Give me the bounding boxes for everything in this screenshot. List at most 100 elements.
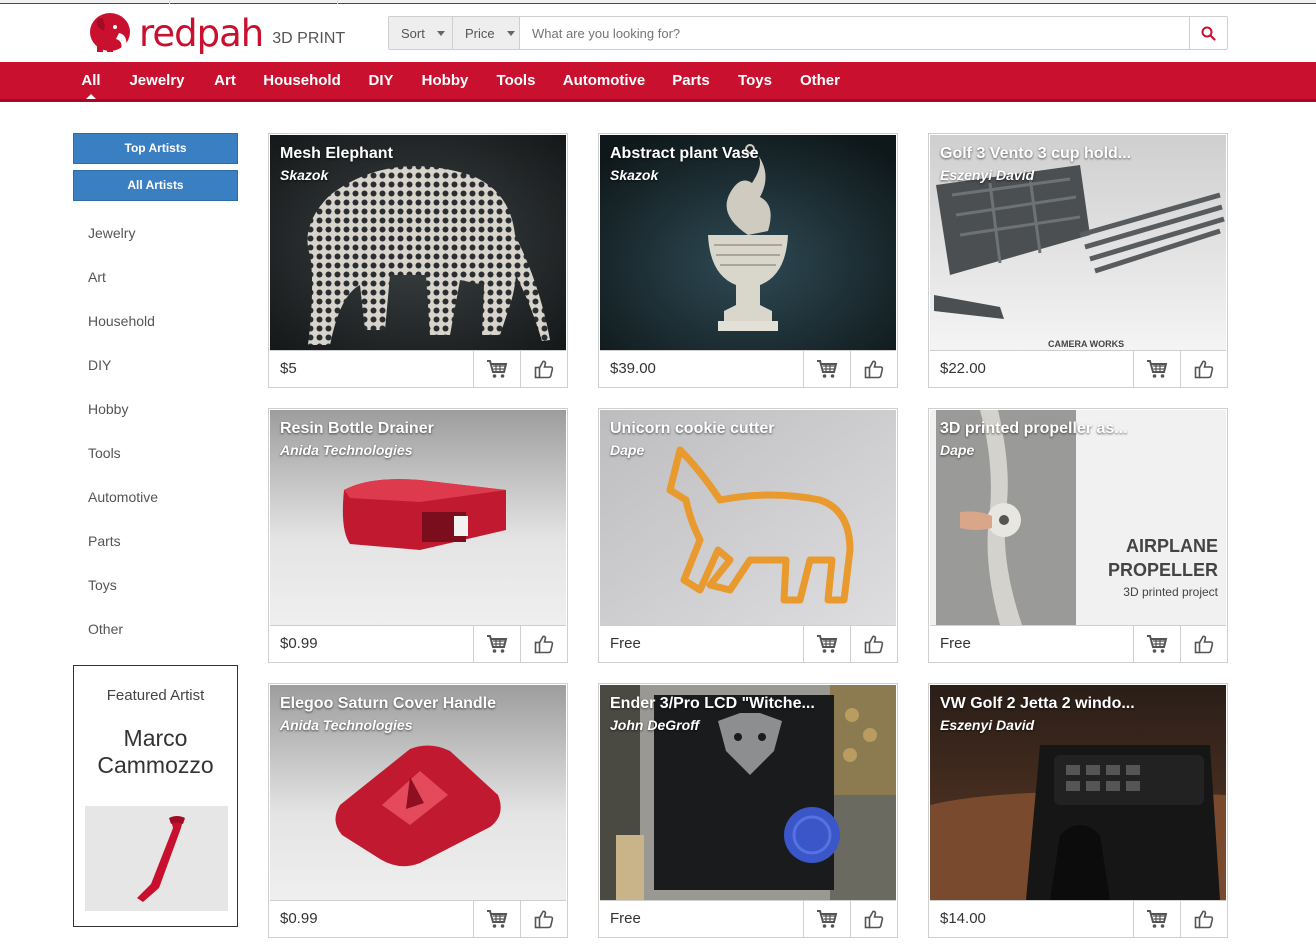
cart-icon [1147, 910, 1168, 928]
thumbs-up-icon [1194, 635, 1214, 654]
product-card[interactable]: AIRPLANE PROPELLER 3D printed project 3D … [928, 408, 1228, 663]
add-to-cart-button[interactable] [1133, 351, 1180, 387]
sidebar-item-other[interactable]: Other [88, 621, 123, 637]
add-to-cart-button[interactable] [473, 626, 520, 662]
product-card[interactable]: CAMERA WORKS Golf 3 Vento 3 cup hold... … [928, 133, 1228, 388]
featured-artist-box[interactable]: Featured Artist Marco Cammozzo [73, 665, 238, 927]
sidebar-item-household[interactable]: Household [88, 313, 155, 329]
like-button[interactable] [1180, 901, 1227, 937]
product-artist[interactable]: Anida Technologies [280, 442, 413, 458]
nav-item-jewelry[interactable]: Jewelry [124, 62, 190, 99]
like-button[interactable] [850, 626, 897, 662]
product-artist[interactable]: Eszenyi David [940, 167, 1034, 183]
nav-item-art[interactable]: Art [208, 62, 242, 99]
product-price: Free [940, 635, 971, 652]
product-card[interactable]: Elegoo Saturn Cover Handle Anida Technol… [268, 683, 568, 938]
product-artist[interactable]: Eszenyi David [940, 717, 1034, 733]
product-title[interactable]: VW Golf 2 Jetta 2 windo... [940, 695, 1135, 713]
image-subcaption: 3D printed project [1123, 585, 1218, 599]
sort-dropdown[interactable]: Sort [389, 17, 453, 49]
thumbs-up-icon [534, 910, 554, 929]
add-to-cart-button[interactable] [1133, 626, 1180, 662]
cart-icon [817, 360, 838, 378]
product-artist[interactable]: John DeGroff [610, 717, 699, 733]
add-to-cart-button[interactable] [803, 901, 850, 937]
product-footer: Free [930, 625, 1227, 662]
sidebar-item-automotive[interactable]: Automotive [88, 489, 158, 505]
product-title[interactable]: Ender 3/Pro LCD "Witche... [610, 695, 815, 713]
product-artist[interactable]: Dape [940, 442, 974, 458]
nav-item-tools[interactable]: Tools [492, 62, 540, 99]
add-to-cart-button[interactable] [473, 901, 520, 937]
product-card[interactable]: Mesh Elephant Skazok $5 [268, 133, 568, 388]
product-price: $5 [280, 360, 297, 377]
like-button[interactable] [850, 351, 897, 387]
product-title[interactable]: Elegoo Saturn Cover Handle [280, 695, 496, 713]
like-button[interactable] [850, 901, 897, 937]
product-card[interactable]: Abstract plant Vase Skazok $39.00 [598, 133, 898, 388]
product-title[interactable]: Mesh Elephant [280, 145, 393, 163]
product-artist[interactable]: Dape [610, 442, 644, 458]
like-button[interactable] [1180, 626, 1227, 662]
sidebar-item-jewelry[interactable]: Jewelry [88, 225, 135, 241]
add-to-cart-button[interactable] [1133, 901, 1180, 937]
thumbs-up-icon [1194, 910, 1214, 929]
product-artist[interactable]: Skazok [280, 167, 328, 183]
nav-item-other[interactable]: Other [795, 62, 845, 99]
brand-logo[interactable]: redpah 3D PRINT [88, 10, 345, 56]
like-button[interactable] [1180, 351, 1227, 387]
all-artists-button[interactable]: All Artists [73, 170, 238, 201]
cart-icon [487, 360, 508, 378]
product-footer: $39.00 [600, 350, 897, 387]
product-title[interactable]: Unicorn cookie cutter [610, 420, 774, 438]
product-title[interactable]: 3D printed propeller as... [940, 420, 1128, 438]
product-card[interactable]: Unicorn cookie cutter Dape Free [598, 408, 898, 663]
add-to-cart-button[interactable] [803, 626, 850, 662]
sidebar-item-diy[interactable]: DIY [88, 357, 111, 373]
product-card[interactable]: VW Golf 2 Jetta 2 windo... Eszenyi David… [928, 683, 1228, 938]
search-bar: Sort Price [388, 16, 1228, 50]
add-to-cart-button[interactable] [473, 351, 520, 387]
nav-item-all[interactable]: All [76, 62, 106, 99]
product-image[interactable]: AIRPLANE PROPELLER 3D printed project [930, 410, 1226, 625]
sidebar-item-parts[interactable]: Parts [88, 533, 121, 549]
nav-item-parts[interactable]: Parts [668, 62, 714, 99]
nav-item-automotive[interactable]: Automotive [558, 62, 650, 99]
product-price: Free [610, 635, 641, 652]
product-title[interactable]: Golf 3 Vento 3 cup hold... [940, 145, 1131, 163]
product-price: $0.99 [280, 910, 318, 927]
sidebar-item-hobby[interactable]: Hobby [88, 401, 128, 417]
price-label: Price [465, 25, 495, 41]
nav-item-diy[interactable]: DIY [363, 62, 399, 99]
featured-artist-name[interactable]: Marco Cammozzo [74, 725, 237, 779]
sidebar-item-tools[interactable]: Tools [88, 445, 121, 461]
like-button[interactable] [520, 351, 567, 387]
featured-artist-image[interactable] [85, 806, 228, 911]
search-button[interactable] [1189, 17, 1227, 49]
image-caption: CAMERA WORKS [1048, 339, 1124, 349]
sidebar-item-toys[interactable]: Toys [88, 577, 117, 593]
nav-item-household[interactable]: Household [259, 62, 345, 99]
sidebar-item-art[interactable]: Art [88, 269, 106, 285]
thumbs-up-icon [534, 360, 554, 379]
nav-item-toys[interactable]: Toys [733, 62, 777, 99]
nav-item-hobby[interactable]: Hobby [416, 62, 474, 99]
product-image[interactable] [600, 410, 896, 625]
search-icon [1201, 26, 1216, 41]
like-button[interactable] [520, 901, 567, 937]
price-dropdown[interactable]: Price [453, 17, 520, 49]
product-artist[interactable]: Skazok [610, 167, 658, 183]
product-footer: $22.00 [930, 350, 1227, 387]
thumbs-up-icon [534, 635, 554, 654]
like-button[interactable] [520, 626, 567, 662]
product-card[interactable]: Resin Bottle Drainer Anida Technologies … [268, 408, 568, 663]
product-title[interactable]: Resin Bottle Drainer [280, 420, 434, 438]
product-title[interactable]: Abstract plant Vase [610, 145, 759, 163]
product-card[interactable]: Ender 3/Pro LCD "Witche... John DeGroff … [598, 683, 898, 938]
sort-label: Sort [401, 25, 425, 41]
product-artist[interactable]: Anida Technologies [280, 717, 413, 733]
search-input[interactable] [520, 17, 1189, 49]
add-to-cart-button[interactable] [803, 351, 850, 387]
top-artists-button[interactable]: Top Artists [73, 133, 238, 164]
featured-artist-title: Featured Artist [106, 687, 205, 704]
